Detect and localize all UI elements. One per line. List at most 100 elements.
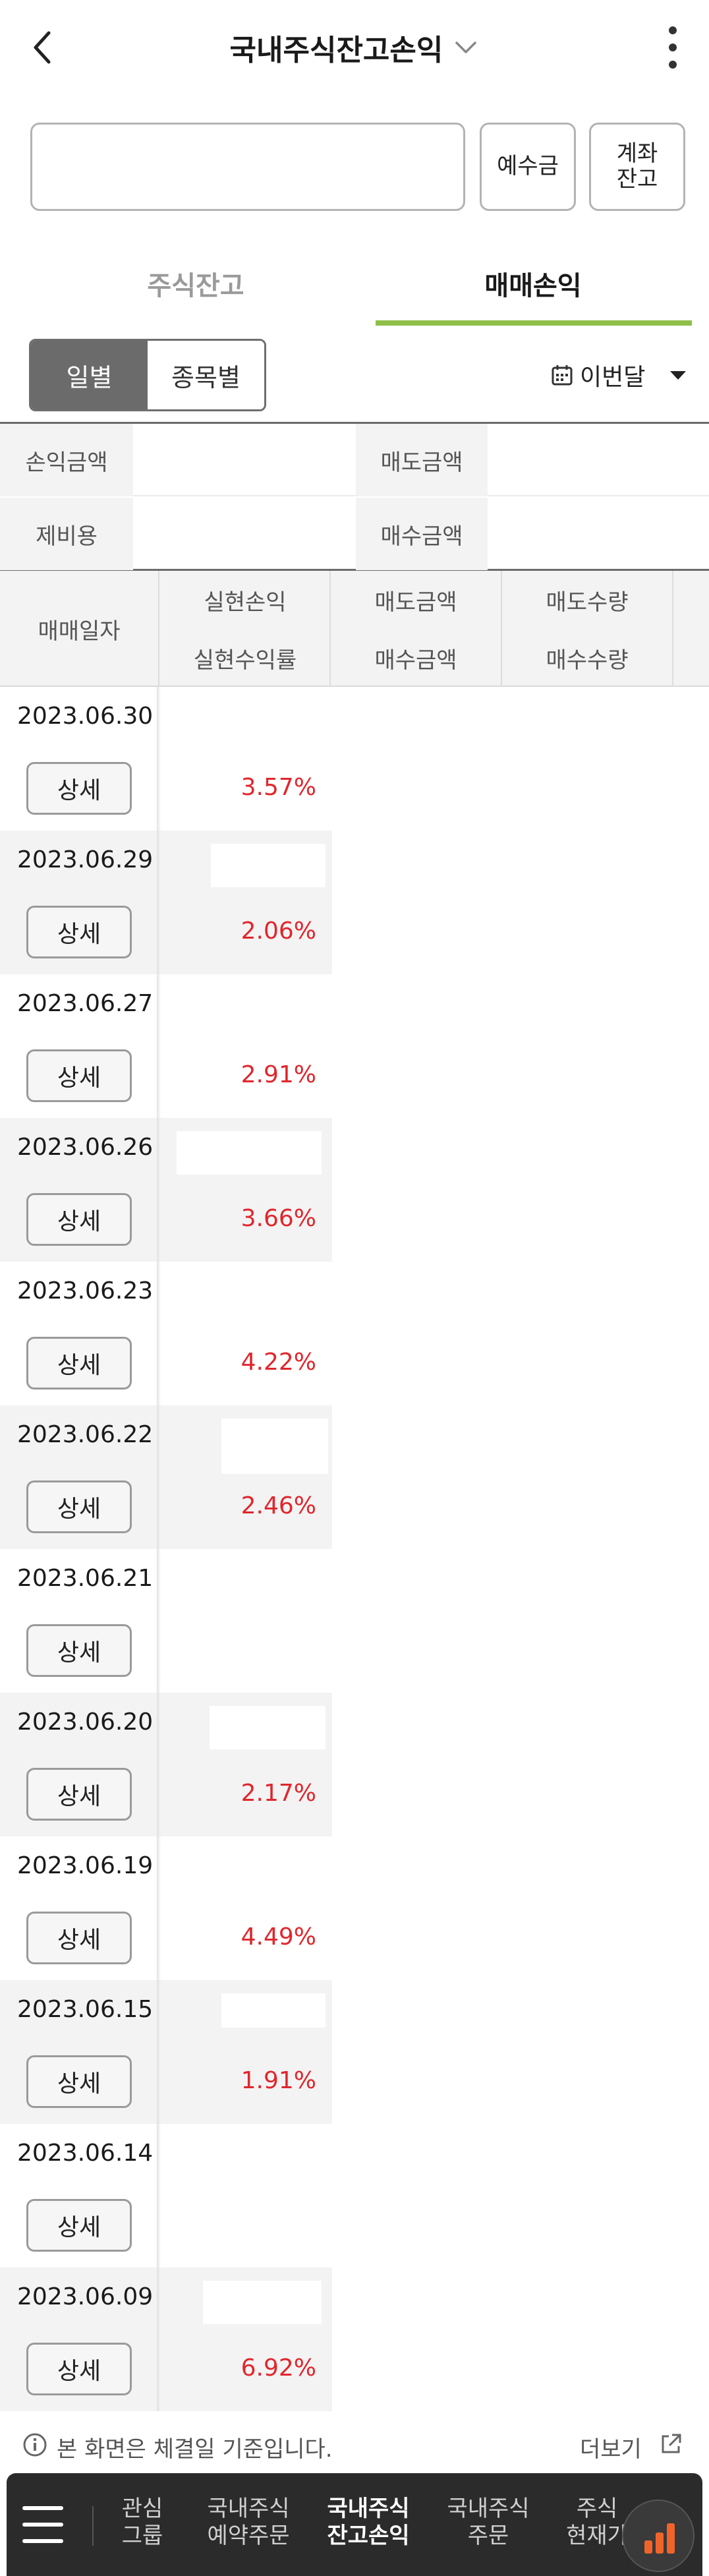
segment-daily[interactable]: 일별 (31, 341, 148, 409)
table-row: 2023.06.21 상세 (0, 1549, 709, 1693)
nav-label-line2: 예약주문 (207, 2522, 290, 2549)
realized-rate: 1.91% (241, 2067, 316, 2094)
fixed-column-shadow (157, 1549, 161, 1693)
nav-label-line1: 국내주식 (207, 2496, 290, 2522)
more-options-button[interactable] (663, 26, 683, 70)
segment-by-stock[interactable]: 종목별 (148, 341, 264, 409)
realized-rate: 4.22% (241, 1349, 316, 1376)
table-row: 2023.06.14 상세 (0, 2124, 709, 2268)
nav-label-line2: 주문 (467, 2522, 509, 2549)
detail-button[interactable]: 상세 (26, 1912, 132, 1964)
realized-rate: 6.92% (241, 2355, 316, 2382)
caret-down-icon (670, 371, 687, 380)
masked-value (177, 1131, 322, 1175)
nav-label-line1: 관심 (121, 2496, 163, 2522)
info-icon (23, 2433, 47, 2457)
detail-button[interactable]: 상세 (26, 1049, 132, 1102)
trade-date: 2023.06.26 (17, 1134, 154, 1161)
account-balance-label-line2: 잔고 (616, 166, 658, 192)
account-select-field[interactable] (30, 123, 465, 211)
more-vertical-icon-dot (669, 61, 677, 69)
trade-date: 2023.06.27 (17, 990, 154, 1017)
basis-notice: 본 화면은 체결일 기준입니다. (57, 2436, 333, 2463)
trade-date: 2023.06.22 (17, 1421, 154, 1448)
detail-button[interactable]: 상세 (26, 1624, 132, 1677)
detail-button[interactable]: 상세 (26, 2199, 132, 2252)
fees-label: 제비용 (0, 498, 133, 570)
fixed-column-shadow (157, 974, 161, 1118)
trade-date: 2023.06.15 (17, 1996, 154, 2023)
app-header: 국내주식잔고손익 (0, 0, 709, 99)
table-header: 매매일자 실현손익 실현수익률 매도금액 매수금액 매도수량 매수수량 (0, 571, 709, 687)
fixed-column-shadow (157, 1693, 161, 1836)
nav-item-watchlist-group[interactable]: 관심 그룹 (109, 2496, 175, 2550)
bar-chart-icon (644, 2523, 675, 2554)
realized-rate: 4.49% (241, 1923, 316, 1950)
fixed-column-shadow (157, 2124, 161, 2268)
chevron-down-icon (455, 42, 477, 53)
table-row: 2023.06.23 상세 4.22% (0, 1262, 709, 1405)
more-link[interactable]: 더보기 (580, 2431, 642, 2463)
col-header-realized-rate: 실현수익률 (193, 647, 297, 674)
table-row: 2023.06.19 상세 4.49% (0, 1836, 709, 1980)
masked-value (211, 844, 326, 887)
bottom-navigation: 관심 그룹 국내주식 예약주문 국내주식 잔고손익 국내주식 주문 주식 현재가 (7, 2473, 702, 2576)
active-tab-indicator (376, 320, 692, 326)
realized-rate: 2.91% (241, 1061, 316, 1088)
view-segment-control: 일별 종목별 (29, 339, 266, 411)
period-selector[interactable]: 이번달 (551, 352, 687, 398)
detail-button[interactable]: 상세 (26, 1193, 132, 1246)
period-label: 이번달 (580, 364, 646, 391)
col-header-trade-date: 매매일자 (38, 618, 121, 645)
summary-row: 제비용 매수금액 (0, 498, 709, 570)
table-row: 2023.06.09 상세 6.92% (0, 2268, 709, 2411)
fixed-column-shadow (157, 687, 161, 831)
info-bar: 본 화면은 체결일 기준입니다. 더보기 (0, 2410, 709, 2473)
more-vertical-icon (669, 26, 677, 34)
trade-date: 2023.06.30 (17, 703, 154, 730)
detail-button[interactable]: 상세 (26, 1337, 132, 1390)
trade-date: 2023.06.09 (17, 2283, 154, 2310)
trade-date: 2023.06.23 (17, 1277, 154, 1304)
hamburger-menu-icon[interactable] (22, 2506, 63, 2543)
detail-button[interactable]: 상세 (26, 1768, 132, 1821)
title-dropdown[interactable]: 국내주식잔고손익 (0, 26, 709, 69)
nav-label-line2: 그룹 (121, 2522, 163, 2549)
col-header-sell-amount: 매도금액 (374, 589, 457, 616)
detail-button[interactable]: 상세 (26, 2055, 132, 2108)
nav-item-domestic-balance-pl[interactable]: 국내주식 잔고손익 (312, 2496, 424, 2550)
realized-rate: 2.46% (241, 1492, 316, 1519)
fixed-column-shadow (157, 1262, 161, 1405)
fixed-column-shadow (157, 1980, 161, 2124)
realized-rate: 2.17% (241, 1780, 316, 1807)
col-header-buy-amount: 매수금액 (374, 647, 457, 674)
realized-rate: 2.06% (241, 918, 316, 945)
detail-button[interactable]: 상세 (26, 906, 132, 958)
deposit-button[interactable]: 예수금 (480, 123, 576, 211)
detail-button[interactable]: 상세 (26, 2343, 132, 2395)
masked-value (221, 1993, 326, 2028)
table-row: 2023.06.15 상세 1.91% (0, 1980, 709, 2124)
calendar-icon (552, 365, 573, 386)
pl-amount-label: 손익금액 (0, 424, 133, 496)
fixed-column-shadow (157, 2268, 161, 2411)
chart-shortcut-button[interactable] (622, 2500, 695, 2572)
summary-row: 손익금액 매도금액 (0, 424, 709, 496)
detail-button[interactable]: 상세 (26, 762, 132, 815)
trade-date: 2023.06.29 (17, 846, 154, 873)
sell-amount-label: 매도금액 (356, 424, 488, 496)
external-link-icon[interactable] (659, 2432, 683, 2456)
account-balance-button[interactable]: 계좌 잔고 (589, 123, 685, 211)
table-row: 2023.06.22 상세 2.46% (0, 1405, 709, 1549)
nav-item-domestic-reserve-order[interactable]: 국내주식 예약주문 (192, 2496, 304, 2550)
tab-trading-pl[interactable]: 매매손익 (374, 237, 692, 330)
detail-button[interactable]: 상세 (26, 1480, 132, 1533)
tab-stock-balance[interactable]: 주식잔고 (30, 237, 361, 330)
account-balance-label-line1: 계좌 (616, 140, 658, 167)
masked-value (203, 2281, 322, 2324)
table-row: 2023.06.30 상세 3.57% (0, 687, 709, 831)
fixed-column-shadow (157, 1836, 161, 1980)
col-header-realized-pl: 실현손익 (204, 589, 287, 616)
column-divider (672, 571, 673, 687)
nav-item-domestic-order[interactable]: 국내주식 주문 (432, 2496, 544, 2550)
